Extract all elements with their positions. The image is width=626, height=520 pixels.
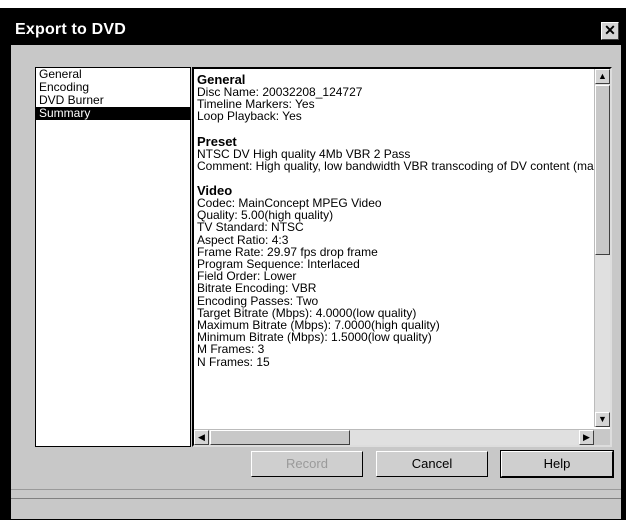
vertical-scroll-thumb[interactable] [595, 85, 610, 255]
close-icon: ✕ [604, 22, 616, 38]
cancel-button[interactable]: Cancel [376, 451, 488, 477]
scroll-up-button[interactable]: ▲ [595, 69, 610, 84]
summary-line: M Frames: 3 [197, 342, 265, 357]
scroll-corner [594, 429, 610, 445]
export-dialog: Export to DVD ✕ General Encoding DVD Bur… [10, 18, 622, 520]
summary-line: Loop Playback: Yes [197, 109, 302, 124]
arrow-right-icon: ▶ [583, 432, 590, 442]
divider [11, 489, 621, 490]
summary-line: Encoding Passes: Two [197, 293, 319, 308]
summary-line: Aspect Ratio: 4:3 [197, 232, 289, 247]
scroll-left-button[interactable]: ◀ [194, 430, 209, 445]
summary-line: N Frames: 15 [197, 354, 270, 369]
nav-item-summary[interactable]: Summary [36, 107, 190, 120]
arrow-down-icon: ▼ [598, 414, 607, 424]
scroll-right-button[interactable]: ▶ [579, 430, 594, 445]
close-button[interactable]: ✕ [601, 22, 619, 40]
vertical-scrollbar[interactable]: ▲ ▼ [594, 69, 610, 427]
help-button[interactable]: Help [500, 450, 614, 478]
preset-section: Preset NTSC DV High quality 4Mb VBR 2 Pa… [197, 135, 595, 172]
arrow-up-icon: ▲ [598, 71, 607, 81]
summary-line: Comment: High quality, low bandwidth VBR… [197, 158, 594, 173]
summary-text: General Disc Name: 20032208_124727 Timel… [197, 73, 595, 423]
general-section: General Disc Name: 20032208_124727 Timel… [197, 73, 595, 123]
horizontal-scrollbar[interactable]: ◀ ▶ [194, 429, 594, 445]
preset-heading: Preset [197, 133, 237, 149]
window-title: Export to DVD [15, 21, 127, 38]
summary-panel[interactable]: General Disc Name: 20032208_124727 Timel… [192, 67, 612, 447]
arrow-left-icon: ◀ [198, 432, 205, 442]
horizontal-scroll-thumb[interactable] [210, 430, 350, 445]
summary-line: Bitrate Encoding: VBR [197, 281, 317, 296]
summary-line: NTSC DV High quality 4Mb VBR 2 Pass [197, 146, 411, 161]
status-bar [11, 498, 621, 519]
summary-line: TV Standard: NTSC [197, 220, 304, 235]
screen-frame: Export to DVD ✕ General Encoding DVD Bur… [0, 8, 626, 520]
video-section: Video Codec: MainConcept MPEG Video Qual… [197, 184, 595, 368]
title-bar[interactable]: Export to DVD ✕ [11, 19, 621, 45]
category-list[interactable]: General Encoding DVD Burner Summary [35, 67, 191, 447]
record-button[interactable]: Record [251, 451, 363, 477]
scroll-down-button[interactable]: ▼ [595, 412, 610, 427]
